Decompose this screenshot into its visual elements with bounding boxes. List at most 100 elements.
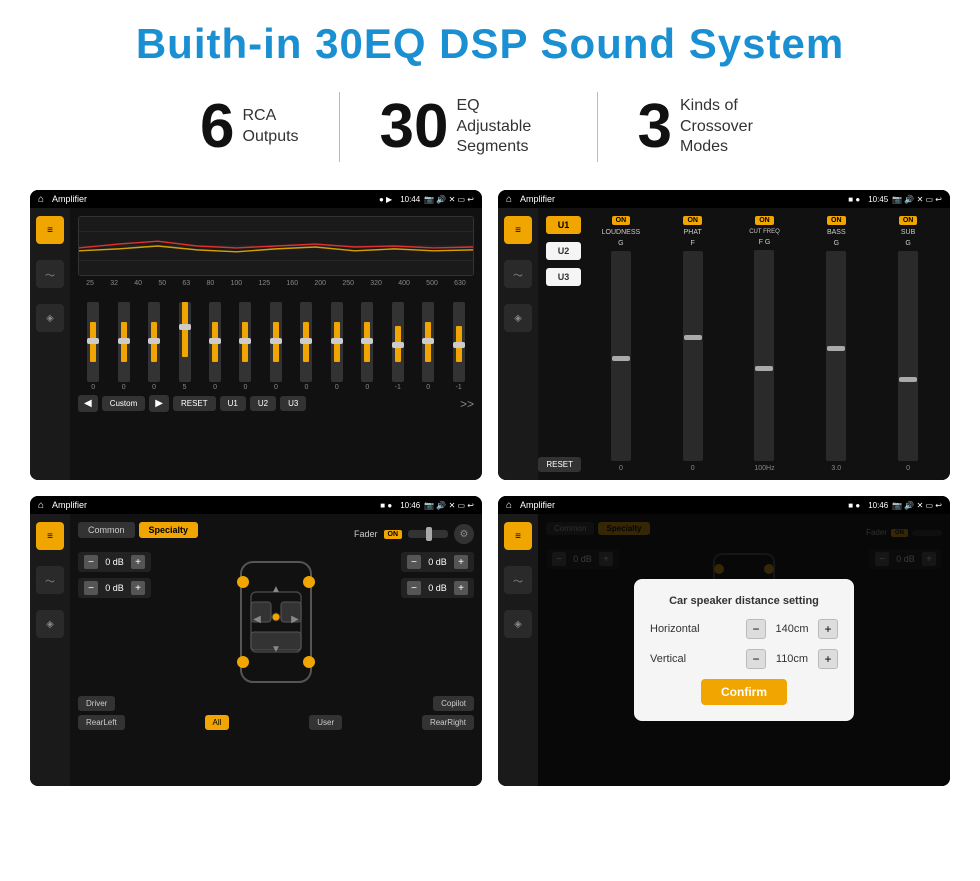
- speaker-distance-dialog: Car speaker distance setting Horizontal …: [634, 579, 854, 721]
- cutfreq-col: ON CUT FREQ F G 100Hz: [731, 216, 799, 472]
- bass-on: ON: [827, 216, 846, 225]
- rearright-btn[interactable]: RearRight: [422, 715, 474, 730]
- crossover-side-panel: ≡ 〜 ◈: [498, 208, 538, 480]
- vertical-minus-btn[interactable]: −: [746, 649, 766, 669]
- u2-btn[interactable]: U2: [546, 242, 581, 260]
- db-plus-3[interactable]: +: [454, 555, 468, 569]
- bottom-speaker-row: Driver Copilot: [78, 696, 474, 711]
- horizontal-plus-btn[interactable]: +: [818, 619, 838, 639]
- confirm-button[interactable]: Confirm: [701, 679, 787, 705]
- fader-screen-content: ≡ 〜 ◈ Common Specialty Fader ON: [30, 514, 482, 786]
- db-plus-1[interactable]: +: [131, 555, 145, 569]
- fader-speaker-layout: − 0 dB + − 0 dB +: [78, 552, 474, 692]
- rearleft-btn[interactable]: RearLeft: [78, 715, 125, 730]
- crossover-side-btn-3[interactable]: ◈: [504, 304, 532, 332]
- db-minus-4[interactable]: −: [407, 581, 421, 595]
- crossover-side-btn-1[interactable]: ≡: [504, 216, 532, 244]
- bottom-speaker-row-2: RearLeft All User RearRight: [78, 715, 474, 730]
- stat-rca: 6 RCA Outputs: [160, 96, 339, 158]
- fader-track[interactable]: [408, 530, 448, 538]
- distance-side-btn-2[interactable]: 〜: [504, 566, 532, 594]
- stat-eq: 30 EQ Adjustable Segments: [340, 96, 597, 158]
- u1-btn[interactable]: U1: [546, 216, 581, 234]
- db-minus-2[interactable]: −: [84, 581, 98, 595]
- phat-col: ON PHAT F 0: [659, 216, 727, 472]
- db-value-4: 0 dB: [425, 583, 450, 593]
- car-diagram: ▲ ▼ ◀ ▶: [159, 552, 393, 692]
- eq-app-name: Amplifier: [52, 194, 371, 204]
- vertical-control: − 110cm +: [746, 649, 838, 669]
- eq-status-bar: ⌂ Amplifier ● ▶ 10:44 📷 🔊 ✕ ▭ ↩: [30, 190, 482, 208]
- distance-main-area: Common Specialty Fader ON −: [538, 514, 950, 786]
- user-btn[interactable]: User: [309, 715, 342, 730]
- home-icon: ⌂: [38, 194, 44, 205]
- fader-screen-card: ⌂ Amplifier ■ ● 10:46 📷 🔊 ✕ ▭ ↩ ≡ 〜 ◈: [30, 496, 482, 786]
- eq-custom-btn[interactable]: Custom: [102, 396, 146, 411]
- vertical-value: 110cm: [772, 653, 812, 665]
- phat-val: 0: [691, 465, 695, 472]
- fader-tab-common[interactable]: Common: [78, 522, 135, 538]
- loudness-slider[interactable]: [611, 251, 631, 461]
- db-control-3: − 0 dB +: [401, 552, 474, 572]
- eq-side-btn-1[interactable]: ≡: [36, 216, 64, 244]
- fader-row: Fader ON ⚙: [354, 524, 474, 544]
- fader-settings-icon[interactable]: ⚙: [454, 524, 474, 544]
- fader-side-btn-1[interactable]: ≡: [36, 522, 64, 550]
- eq-u2-btn[interactable]: U2: [250, 396, 276, 411]
- eq-u3-btn[interactable]: U3: [280, 396, 306, 411]
- eq-expand-icon[interactable]: >>: [460, 397, 474, 411]
- distance-screen-card: ⌂ Amplifier ■ ● 10:46 📷 🔊 ✕ ▭ ↩ ≡ 〜 ◈: [498, 496, 950, 786]
- db-value-3: 0 dB: [425, 557, 450, 567]
- crossover-status-bar: ⌂ Amplifier ■ ● 10:45 📷 🔊 ✕ ▭ ↩: [498, 190, 950, 208]
- distance-side-panel: ≡ 〜 ◈: [498, 514, 538, 786]
- fader-mode-tabs: Common Specialty: [78, 522, 198, 538]
- distance-side-btn-1[interactable]: ≡: [504, 522, 532, 550]
- eq-u1-btn[interactable]: U1: [220, 396, 246, 411]
- u3-btn[interactable]: U3: [546, 268, 581, 286]
- eq-side-panel: ≡ 〜 ◈: [30, 208, 70, 480]
- bass-slider[interactable]: [826, 251, 846, 461]
- db-plus-4[interactable]: +: [454, 581, 468, 595]
- crossover-screen-content: ≡ 〜 ◈ U1 U2 U3 RESET ON LOU: [498, 208, 950, 480]
- db-minus-1[interactable]: −: [84, 555, 98, 569]
- vertical-plus-btn[interactable]: +: [818, 649, 838, 669]
- copilot-btn[interactable]: Copilot: [433, 696, 474, 711]
- loudness-g: G: [618, 240, 623, 247]
- sub-slider[interactable]: [898, 251, 918, 461]
- crossover-reset-btn[interactable]: RESET: [538, 457, 581, 472]
- fader-side-panel: ≡ 〜 ◈: [30, 514, 70, 786]
- stat-crossover: 3 Kinds of Crossover Modes: [598, 96, 820, 158]
- fader-label: Fader: [354, 529, 378, 539]
- phat-slider[interactable]: [683, 251, 703, 461]
- horizontal-control: − 140cm +: [746, 619, 838, 639]
- crossover-status-icons: 10:45 📷 🔊 ✕ ▭ ↩: [868, 195, 942, 204]
- loudness-label: LOUDNESS: [602, 229, 641, 236]
- cutfreq-slider[interactable]: [754, 250, 774, 461]
- fader-tab-specialty[interactable]: Specialty: [139, 522, 199, 538]
- eq-reset-btn[interactable]: RESET: [173, 396, 216, 411]
- db-control-2: − 0 dB +: [78, 578, 151, 598]
- eq-slider-5: 0: [209, 302, 221, 391]
- fader-side-btn-2[interactable]: 〜: [36, 566, 64, 594]
- eq-side-btn-3[interactable]: ◈: [36, 304, 64, 332]
- all-btn[interactable]: All: [205, 715, 230, 730]
- eq-side-btn-2[interactable]: 〜: [36, 260, 64, 288]
- db-minus-3[interactable]: −: [407, 555, 421, 569]
- cutfreq-fg: F G: [759, 239, 771, 246]
- eq-slider-7: 0: [270, 302, 282, 391]
- eq-slider-1: 0: [87, 302, 99, 391]
- driver-btn[interactable]: Driver: [78, 696, 115, 711]
- db-plus-2[interactable]: +: [131, 581, 145, 595]
- eq-status-icons: 10:44 📷 🔊 ✕ ▭ ↩: [400, 195, 474, 204]
- horizontal-minus-btn[interactable]: −: [746, 619, 766, 639]
- distance-side-btn-3[interactable]: ◈: [504, 610, 532, 638]
- eq-prev-arrow[interactable]: ◀: [78, 395, 98, 412]
- dialog-horizontal-row: Horizontal − 140cm +: [650, 619, 838, 639]
- eq-controls: ◀ Custom ▶ RESET U1 U2 U3 >>: [78, 395, 474, 412]
- eq-next-arrow[interactable]: ▶: [149, 395, 169, 412]
- channels-area: ON LOUDNESS G 0 ON PHAT F: [587, 216, 942, 472]
- sub-label: SUB: [901, 229, 915, 236]
- svg-text:◀: ◀: [253, 614, 261, 625]
- fader-side-btn-3[interactable]: ◈: [36, 610, 64, 638]
- crossover-side-btn-2[interactable]: 〜: [504, 260, 532, 288]
